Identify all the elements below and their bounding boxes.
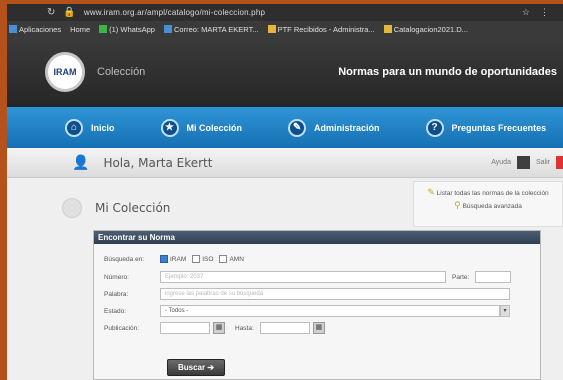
bookmarks-bar: Aplicaciones Home (1) WhatsApp Correo: M…	[7, 21, 563, 37]
iram-logo[interactable]: IRAM	[45, 52, 85, 92]
site-title: Colección	[97, 66, 146, 78]
bookmark-item[interactable]: PTF Recibidos - Administra...	[267, 24, 375, 34]
option-iso[interactable]: ISO	[192, 255, 213, 263]
checkbox-iram[interactable]	[160, 255, 168, 263]
publication-row: Publicación: ▦ Hasta: ▦	[104, 322, 325, 334]
greeting-text: Hola, Marta Ekertt	[103, 155, 213, 170]
status-select[interactable]: - Todos -	[160, 305, 500, 317]
calendar-icon[interactable]: ▦	[213, 322, 225, 334]
browser-url-bar: ↻ 🔒 www.iram.org.ar/ampl/catalogo/mi-col…	[7, 4, 563, 21]
collection-icon: ★	[160, 118, 179, 137]
doc-icon	[383, 24, 392, 33]
checkbox-iso[interactable]	[192, 255, 201, 263]
admin-icon: ✎	[288, 118, 307, 137]
keyword-input[interactable]: ingrese las palabras de su búsqueda	[160, 288, 510, 300]
option-amn[interactable]: AMN	[219, 255, 244, 263]
whatsapp-icon	[99, 24, 108, 33]
keyword-row: Palabra: ingrese las palabras de su búsq…	[104, 288, 510, 300]
option-iram[interactable]: IRAM	[160, 255, 186, 263]
publication-from-input[interactable]	[160, 322, 210, 334]
panel-title: Encontrar su Norma	[94, 231, 540, 244]
logout-link[interactable]: Salir	[536, 159, 550, 166]
nav-item-mi-coleccion[interactable]: ★ Mi Colección	[160, 118, 242, 137]
screen: ↻ 🔒 www.iram.org.ar/ampl/catalogo/mi-col…	[7, 4, 563, 380]
chevron-down-icon[interactable]: ▾	[500, 305, 510, 317]
logout-icon[interactable]	[556, 156, 563, 169]
bookmark-item[interactable]: Aplicaciones	[9, 24, 61, 34]
home-icon: ⌂	[65, 118, 83, 137]
search-panel: Encontrar su Norma Búsqueda en: IRAM ISO…	[93, 230, 541, 380]
site-header: IRAM Colección Normas para un mundo de o…	[7, 37, 563, 107]
number-row: Número: Ejemplo: 2037 Parte:	[104, 271, 512, 283]
slogan: Normas para un mundo de oportunidades	[338, 66, 557, 78]
user-icon: 👤	[72, 154, 90, 170]
mail-icon	[163, 24, 172, 33]
page-title: Mi Colección	[95, 201, 171, 215]
search-button[interactable]: Buscar ➔	[167, 359, 225, 376]
lock-icon: 🔒	[63, 7, 76, 18]
collection-title-icon	[62, 198, 82, 218]
bookmark-item[interactable]: (1) WhatsApp	[99, 24, 155, 34]
search-in-row: Búsqueda en: IRAM ISO AMN	[104, 255, 244, 263]
nav-item-administracion[interactable]: ✎ Administración	[288, 118, 380, 137]
help-icon: ?	[425, 118, 444, 137]
main-content: Mi Colección ✎ Listar todas las normas d…	[7, 178, 563, 380]
status-row: Estado: - Todos - ▾	[104, 305, 510, 317]
calendar-icon[interactable]: ▦	[312, 322, 325, 334]
folder-icon	[267, 24, 276, 33]
help-link[interactable]: Ayuda	[491, 159, 511, 166]
url-text[interactable]: www.iram.org.ar/ampl/catalogo/mi-colecci…	[84, 8, 265, 17]
star-icon[interactable]: ☆	[522, 7, 530, 18]
nav-item-inicio[interactable]: ⌂ Inicio	[65, 118, 115, 137]
number-input[interactable]: Ejemplo: 2037	[160, 271, 446, 283]
bookmark-item[interactable]: Catalogacion2021.D...	[383, 24, 468, 34]
apps-icon	[9, 24, 17, 33]
bookmark-item[interactable]: Correo: MARTA EKERT...	[163, 24, 259, 34]
greeting-bar: 👤 Hola, Marta Ekertt Ayuda Salir	[7, 148, 563, 178]
reload-icon[interactable]: ↻	[47, 7, 55, 18]
menu-icon[interactable]: ⋮	[540, 7, 549, 18]
publication-to-input[interactable]	[259, 322, 310, 334]
part-input[interactable]	[475, 271, 512, 283]
search-icon: ⚲	[454, 200, 461, 210]
pencil-icon: ✎	[427, 187, 435, 197]
bookmark-item[interactable]: Home	[70, 25, 90, 34]
main-nav: ⌂ Inicio ★ Mi Colección ✎ Administración…	[7, 107, 563, 148]
checkbox-amn[interactable]	[219, 255, 228, 263]
list-all-link[interactable]: ✎ Listar todas las normas de la colecció…	[414, 188, 562, 198]
nav-item-preguntas-frecuentes[interactable]: ? Preguntas Frecuentes	[425, 118, 546, 137]
advanced-search-link[interactable]: ⚲ Búsqueda avanzada	[414, 201, 562, 211]
side-links-box: ✎ Listar todas las normas de la colecció…	[413, 181, 563, 227]
help-square-icon[interactable]	[516, 156, 530, 169]
